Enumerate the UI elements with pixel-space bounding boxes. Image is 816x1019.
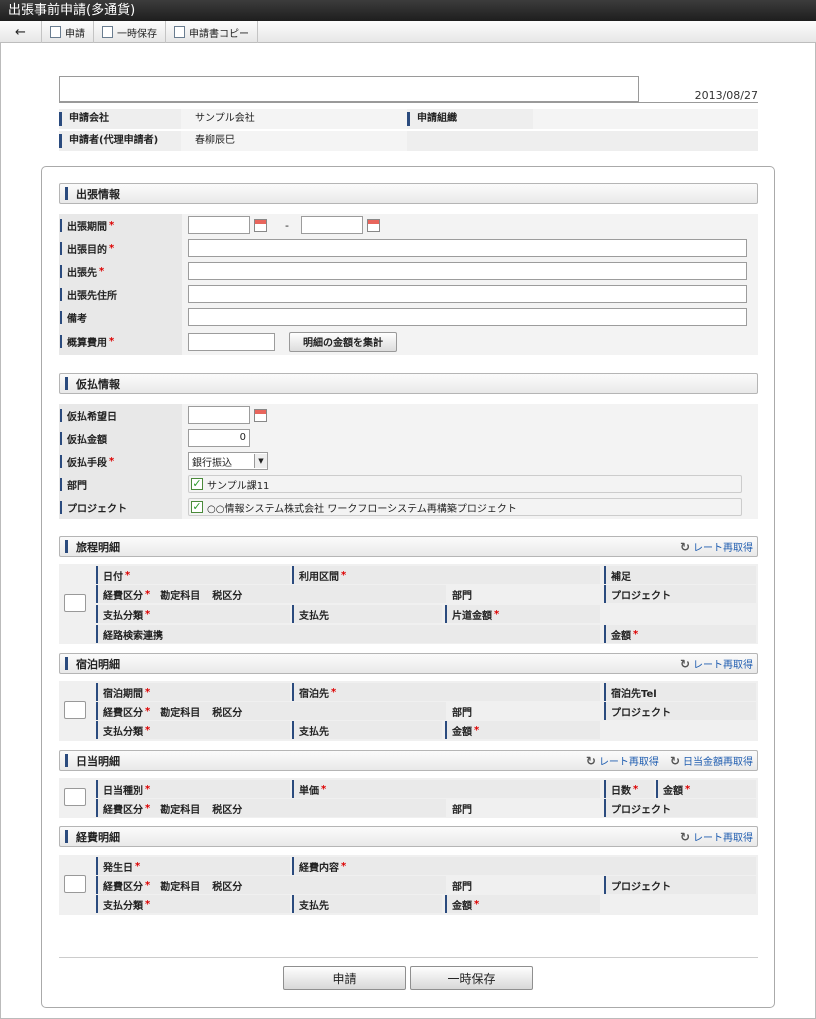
address-input[interactable] (188, 285, 747, 303)
check-icon[interactable]: ✓ (191, 501, 203, 513)
estimate-input[interactable] (188, 332, 275, 351)
address-label: 出張先住所 (67, 290, 117, 302)
dept-label: 部門 (67, 480, 87, 492)
sum-button[interactable]: 明細の金額を集計 (289, 331, 397, 352)
period-label: 出張期間 (67, 221, 107, 233)
row-select-box[interactable] (64, 701, 86, 719)
section-daily: 日当明細 ↻ レート再取得 ↻ 日当金額再取得 (59, 750, 758, 771)
refresh-icon: ↻ (679, 539, 690, 554)
period-end-input[interactable] (300, 216, 363, 234)
window-title: 出張事前申請(多通貨) (0, 0, 816, 21)
copy-icon (174, 26, 185, 38)
refresh-icon: ↻ (585, 753, 596, 768)
refresh-icon: ↻ (679, 656, 690, 671)
calendar-icon[interactable] (366, 218, 380, 232)
save-toolbar-button[interactable]: 一時保存 (94, 21, 166, 43)
toolbar: ← 申請 一時保存 申請書コピー (0, 21, 816, 43)
apply-date: 2013/08/27 (694, 89, 758, 102)
check-icon[interactable]: ✓ (191, 478, 203, 490)
note-label: 備考 (67, 313, 87, 325)
calendar-icon[interactable] (254, 408, 267, 422)
trip-fields: 出張期間 * - 出張目的 * 出張先 * 出張先住所 備考 概算費用 * 明細の金額を集… (59, 213, 758, 355)
calendar-icon[interactable] (254, 218, 267, 232)
advance-date-input[interactable] (188, 406, 250, 424)
dept-value: サンプル課11 (207, 480, 270, 492)
save-button[interactable]: 一時保存 (410, 966, 533, 990)
org-label: 申請組織 (407, 112, 533, 126)
daily-recalc-link[interactable]: 日当金額再取得 (683, 753, 753, 768)
footer-divider (59, 957, 758, 958)
daily-detail: 日当種別 * 単価 * 日数 * 金額 * 経費区分 * 勘定科目 税区分 部門 プロジェクト (59, 778, 758, 818)
itinerary-detail: 日付 * 利用区間 * 補足 経費区分 * 勘定科目 税区分 部門 プロジェクト 支払分類… (59, 564, 758, 644)
purpose-label: 出張目的 (67, 244, 107, 256)
back-button[interactable]: ← (0, 21, 42, 43)
save-icon (102, 26, 113, 38)
lodging-rate-link[interactable]: ↻ レート再取得 (679, 656, 757, 672)
row-select-box[interactable] (64, 594, 86, 612)
purpose-input[interactable] (188, 239, 747, 257)
chevron-down-icon: ▼ (254, 454, 267, 468)
advance-date-label: 仮払希望日 (67, 411, 117, 423)
header-divider (59, 102, 758, 103)
copy-toolbar-button[interactable]: 申請書コピー (166, 21, 258, 43)
row-select-box[interactable] (64, 875, 86, 893)
advance-amount-input[interactable]: 0 (188, 429, 250, 447)
note-input[interactable] (188, 308, 747, 326)
apply-button[interactable]: 申請 (283, 966, 406, 990)
daily-rate-link[interactable]: ↻ レート再取得 ↻ 日当金額再取得 (585, 753, 757, 769)
company-value: サンプル会社 (181, 109, 407, 129)
applicant-row: 申請者(代理申請者) 春柳辰巳 (59, 131, 758, 151)
advance-method-label: 仮払手段 (67, 457, 107, 469)
destination-input[interactable] (188, 262, 747, 280)
apply-icon (50, 26, 61, 38)
itinerary-rate-link[interactable]: ↻ レート再取得 (679, 539, 757, 555)
row-select-box[interactable] (64, 788, 86, 806)
expense-rate-link[interactable]: ↻ レート再取得 (679, 829, 757, 845)
back-arrow-icon: ← (15, 24, 26, 40)
org-value (533, 109, 758, 129)
advance-amount-label: 仮払金額 (67, 434, 107, 446)
section-lodging: 宿泊明細 ↻ レート再取得 (59, 653, 758, 674)
project-label: プロジェクト (67, 503, 127, 515)
project-value: ○○情報システム株式会社 ワークフローシステム再構築プロジェクト (207, 503, 517, 515)
subject-input[interactable] (59, 76, 639, 102)
estimate-label: 概算費用 (67, 338, 107, 349)
refresh-icon: ↻ (669, 753, 680, 768)
refresh-icon: ↻ (679, 829, 690, 844)
company-label: 申請会社 (59, 112, 181, 126)
section-expense: 経費明細 ↻ レート再取得 (59, 826, 758, 847)
advance-method-select[interactable]: 銀行振込 ▼ (188, 452, 268, 470)
expense-detail: 発生日 * 経費内容 * 経費区分 * 勘定科目 税区分 部門 プロジェクト 支払分類 * … (59, 855, 758, 915)
applicant-label: 申請者(代理申請者) (59, 134, 181, 148)
section-trip: 出張情報 (59, 183, 758, 204)
advance-fields: 仮払希望日 仮払金額 0 仮払手段 * 銀行振込 ▼ 部門 ✓ サンプル課11 プロジェクト… (59, 403, 758, 519)
company-row: 申請会社 サンプル会社 申請組織 (59, 109, 758, 129)
applicant-value: 春柳辰巳 (181, 131, 407, 151)
destination-label: 出張先 (67, 267, 97, 279)
apply-toolbar-button[interactable]: 申請 (42, 21, 94, 43)
section-advance: 仮払情報 (59, 373, 758, 394)
section-itinerary: 旅程明細 ↻ レート再取得 (59, 536, 758, 557)
period-start-input[interactable] (188, 216, 250, 234)
lodging-detail: 宿泊期間 * 宿泊先 * 宿泊先Tel 経費区分 * 勘定科目 税区分 部門 プロジェクト… (59, 681, 758, 741)
